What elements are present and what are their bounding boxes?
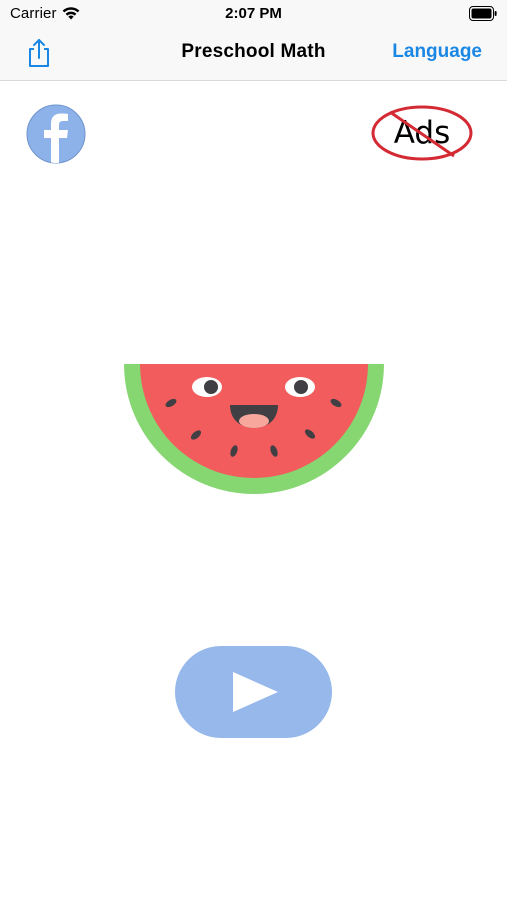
watermelon-icon bbox=[124, 364, 384, 494]
play-icon bbox=[232, 672, 278, 712]
status-bar: Carrier 2:07 PM bbox=[0, 0, 507, 30]
status-time: 2:07 PM bbox=[225, 5, 282, 22]
remove-ads-button[interactable]: Ads bbox=[370, 104, 474, 164]
language-button[interactable]: Language bbox=[392, 41, 482, 63]
navigation-bar: Preschool Math Language bbox=[0, 30, 507, 81]
play-button[interactable] bbox=[175, 646, 332, 738]
facebook-button[interactable] bbox=[26, 104, 86, 164]
watermelon-mascot bbox=[122, 362, 386, 496]
facebook-icon bbox=[26, 104, 86, 164]
no-ads-icon: Ads bbox=[371, 105, 473, 161]
battery-icon bbox=[469, 6, 497, 21]
